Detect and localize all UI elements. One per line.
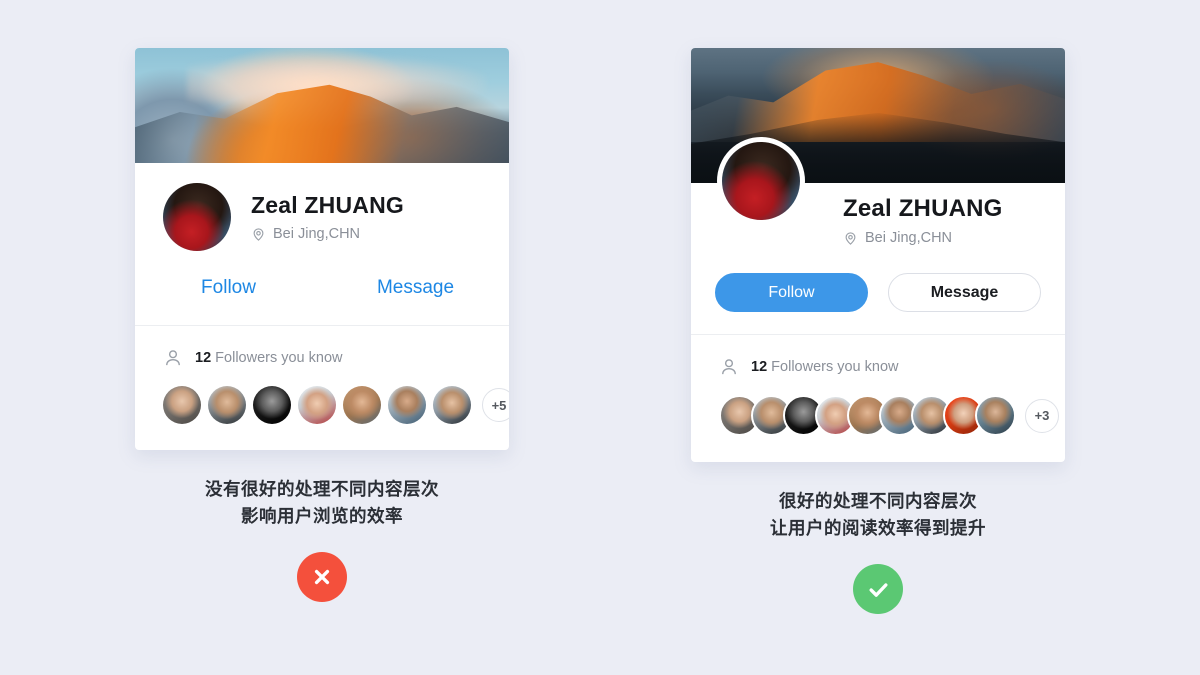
comparison-column-bad: Zeal ZHUANG Bei Jing,CHN Follow Message xyxy=(135,0,509,675)
followers-avatar-row-bad: +5 xyxy=(163,386,509,424)
location-pin-icon xyxy=(253,227,264,241)
caption-bad: 没有很好的处理不同内容层次 影响用户浏览的效率 xyxy=(205,476,439,530)
person-outline-icon xyxy=(722,359,736,375)
follower-avatar[interactable] xyxy=(388,386,426,424)
follower-avatar[interactable] xyxy=(208,386,246,424)
status-badge-good xyxy=(853,564,903,615)
followers-label: 12 Followers you know xyxy=(751,359,899,375)
followers-count: 12 xyxy=(751,359,768,375)
follower-avatar[interactable] xyxy=(343,386,381,424)
identity-text: Zeal ZHUANG Bei Jing,CHN xyxy=(251,192,404,242)
followers-header: 12 Followers you know xyxy=(719,357,1037,377)
followers-avatar-row-good: +3 xyxy=(719,395,1059,436)
profile-location: Bei Jing,CHN xyxy=(251,226,404,242)
identity-block-good: Zeal ZHUANG Bei Jing,CHN xyxy=(691,137,1065,259)
avatar[interactable] xyxy=(163,183,231,251)
followers-section-good: 12 Followers you know +3 xyxy=(691,335,1065,462)
followers-label-text: Followers you know xyxy=(215,350,343,366)
comparison-stage: Zeal ZHUANG Bei Jing,CHN Follow Message xyxy=(0,0,1200,675)
message-button[interactable]: Message xyxy=(888,273,1041,312)
followers-count: 12 xyxy=(195,350,212,366)
identity-block-bad: Zeal ZHUANG Bei Jing,CHN xyxy=(135,163,509,251)
follower-avatar[interactable] xyxy=(253,386,291,424)
action-row-good: Follow Message xyxy=(691,259,1065,334)
follow-button[interactable]: Follow xyxy=(135,277,322,299)
comparison-column-good: Zeal ZHUANG Bei Jing,CHN Follow Message xyxy=(691,0,1065,675)
profile-location: Bei Jing,CHN xyxy=(843,230,1037,246)
caption-line-2: 影响用户浏览的效率 xyxy=(241,506,403,527)
followers-overflow-badge[interactable]: +5 xyxy=(482,388,509,422)
profile-location-text: Bei Jing,CHN xyxy=(865,230,953,246)
avatar[interactable] xyxy=(717,137,805,225)
followers-overflow-badge[interactable]: +3 xyxy=(1025,398,1059,433)
status-badge-bad xyxy=(297,552,347,603)
profile-name: Zeal ZHUANG xyxy=(843,195,1003,222)
followers-label-text: Followers you know xyxy=(771,359,899,375)
person-outline-icon xyxy=(166,350,180,366)
cover-photo-bad xyxy=(135,48,509,163)
cross-icon xyxy=(314,570,330,585)
follower-avatar[interactable] xyxy=(163,386,201,424)
caption-line-1: 很好的处理不同内容层次 xyxy=(779,491,977,511)
follower-avatar[interactable] xyxy=(298,386,336,424)
check-icon xyxy=(869,583,887,597)
message-button[interactable]: Message xyxy=(322,277,509,299)
follower-avatar[interactable] xyxy=(433,386,471,424)
follower-avatar[interactable] xyxy=(975,395,1016,436)
followers-section-bad: 12 Followers you know +5 xyxy=(135,326,509,450)
action-row-bad: Follow Message xyxy=(135,251,509,325)
profile-location-text: Bei Jing,CHN xyxy=(273,226,361,242)
followers-label: 12 Followers you know xyxy=(195,350,343,366)
follow-button[interactable]: Follow xyxy=(715,273,868,312)
followers-header: 12 Followers you know xyxy=(163,348,481,368)
caption-good: 很好的处理不同内容层次 让用户的阅读效率得到提升 xyxy=(770,488,986,542)
profile-card-bad: Zeal ZHUANG Bei Jing,CHN Follow Message xyxy=(135,48,509,450)
caption-line-1: 没有很好的处理不同内容层次 xyxy=(205,479,439,499)
profile-name: Zeal ZHUANG xyxy=(251,192,404,218)
location-pin-icon xyxy=(845,231,856,245)
identity-text: Zeal ZHUANG Bei Jing,CHN xyxy=(843,183,1037,246)
caption-line-2: 让用户的阅读效率得到提升 xyxy=(770,518,986,539)
profile-card-good: Zeal ZHUANG Bei Jing,CHN Follow Message xyxy=(691,48,1065,462)
